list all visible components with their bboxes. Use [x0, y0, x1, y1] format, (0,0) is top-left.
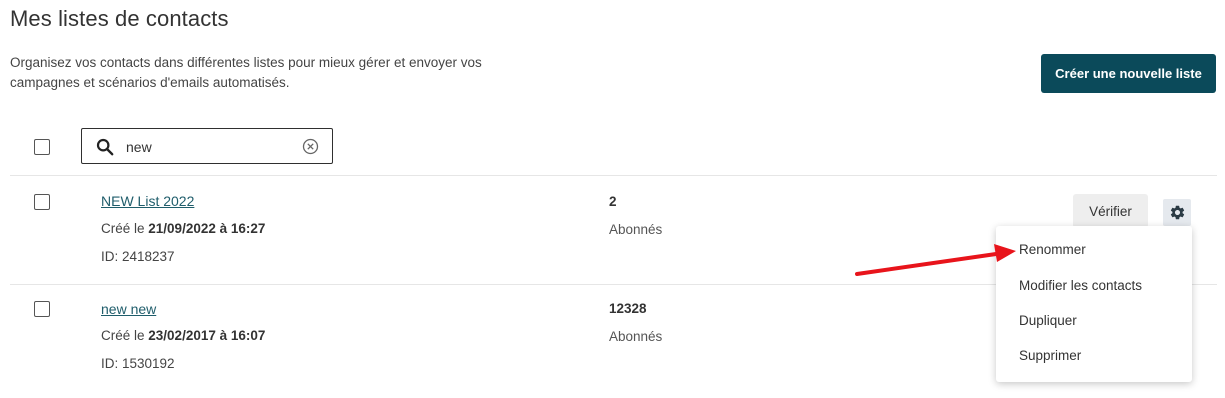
page-description-line-2: campagnes et scénarios d'emails automati… — [10, 75, 290, 90]
menu-item-rename[interactable]: Renommer — [1019, 242, 1086, 257]
search-field[interactable] — [81, 128, 333, 164]
list-name-link[interactable]: NEW List 2022 — [101, 193, 194, 209]
created-prefix: Créé le — [101, 221, 149, 236]
page-title: Mes listes de contacts — [10, 6, 229, 31]
select-all-checkbox[interactable] — [34, 139, 50, 155]
menu-item-duplicate[interactable]: Dupliquer — [1019, 313, 1077, 328]
list-actions-menu: Renommer Modifier les contacts Dupliquer… — [996, 226, 1192, 382]
gear-icon — [1170, 205, 1184, 220]
list-created-date: Créé le 21/09/2022 à 16:27 — [101, 221, 265, 236]
list-created-date: Créé le 23/02/2017 à 16:07 — [101, 328, 265, 343]
subscriber-label: Abonnés — [609, 222, 663, 237]
list-name-link[interactable]: new new — [101, 301, 156, 317]
subscriber-count: 12328 — [609, 301, 647, 316]
list-id: ID: 1530192 — [101, 356, 175, 371]
created-prefix: Créé le — [101, 328, 149, 343]
created-date-value: 21/09/2022 à 16:27 — [148, 221, 266, 236]
page-description: Organisez vos contacts dans différentes … — [10, 53, 510, 93]
list-row-checkbox[interactable] — [34, 301, 50, 317]
page-description-line-1: Organisez vos contacts dans différentes … — [10, 55, 482, 70]
menu-item-edit-contacts[interactable]: Modifier les contacts — [1019, 278, 1142, 293]
created-date-value: 23/02/2017 à 16:07 — [148, 328, 266, 343]
settings-button[interactable] — [1163, 199, 1191, 226]
verify-button[interactable]: Vérifier — [1073, 194, 1148, 228]
list-id: ID: 2418237 — [101, 249, 175, 264]
menu-item-delete[interactable]: Supprimer — [1019, 348, 1081, 363]
subscriber-count: 2 — [609, 194, 617, 209]
search-icon — [96, 138, 114, 156]
search-input[interactable] — [126, 136, 296, 158]
list-row-checkbox[interactable] — [34, 194, 50, 210]
clear-search-icon[interactable] — [302, 138, 319, 155]
create-list-button[interactable]: Créer une nouvelle liste — [1041, 54, 1216, 93]
subscriber-label: Abonnés — [609, 329, 663, 344]
